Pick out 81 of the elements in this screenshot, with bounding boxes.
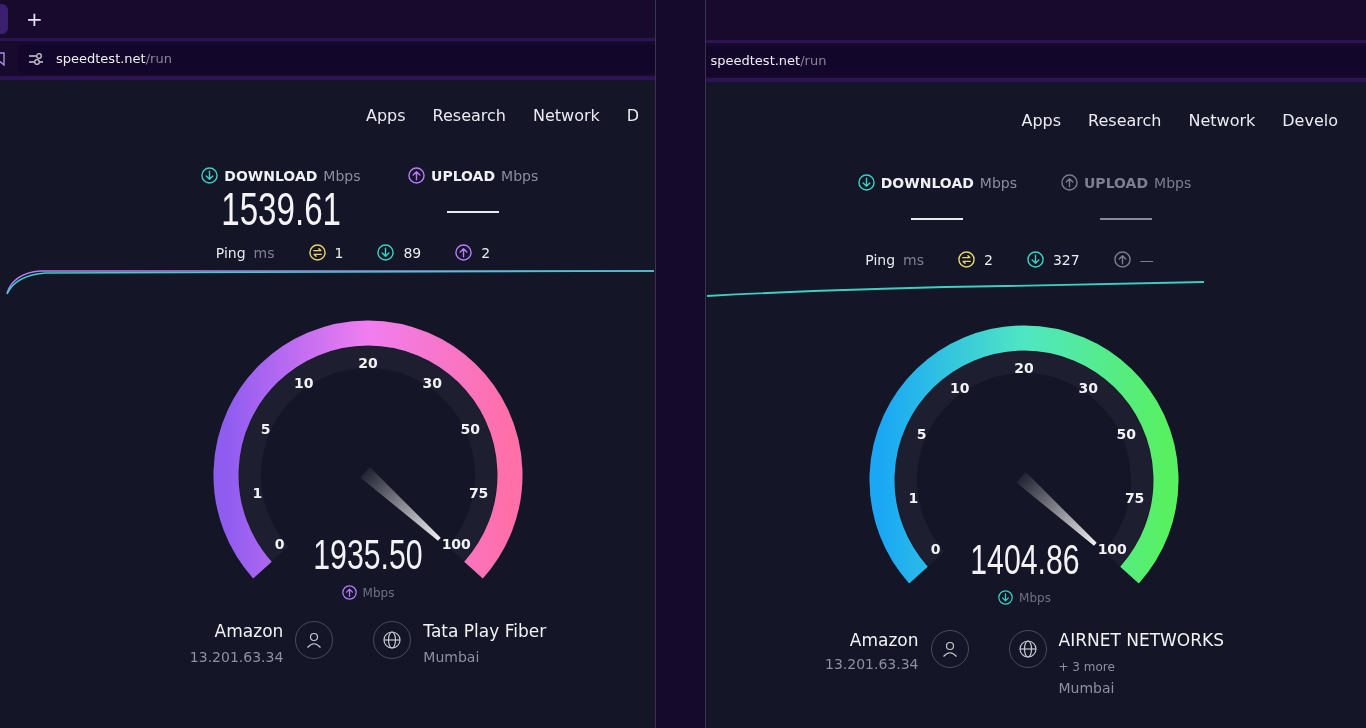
download-icon xyxy=(201,167,219,184)
ping-value: 89 xyxy=(403,244,422,261)
scale-label: 20 xyxy=(358,355,378,371)
download-icon xyxy=(857,174,875,191)
speed-value: 1539.61 xyxy=(221,184,341,234)
upload-icon xyxy=(341,585,357,600)
nav-link[interactable]: Network xyxy=(533,106,600,125)
scale-label: 5 xyxy=(917,426,928,443)
result-label: DOWNLOAD xyxy=(880,174,974,191)
url-text: speedtest.net/run xyxy=(710,53,827,68)
ping-value: 327 xyxy=(1052,251,1080,268)
provider-name: AIRNET NETWORKS xyxy=(1058,630,1224,650)
nav-link[interactable]: Research xyxy=(1088,111,1162,130)
pending-value-line xyxy=(447,211,500,213)
upload-icon xyxy=(1061,174,1078,191)
nav-link[interactable]: Research xyxy=(432,106,506,125)
ping-label: Ping xyxy=(865,251,896,268)
upload-icon xyxy=(1113,251,1131,268)
more-link[interactable]: + 3 more xyxy=(1058,660,1115,674)
unit-label: Mbps xyxy=(1154,174,1192,191)
server-ip: 13.201.63.34 xyxy=(189,649,284,665)
server-name: Amazon xyxy=(214,621,284,641)
unit-label: Mbps xyxy=(979,174,1017,191)
jitter-icon xyxy=(308,244,326,261)
upload-icon xyxy=(408,167,426,184)
scale-label: 50 xyxy=(460,421,481,438)
scale-label: 5 xyxy=(260,421,271,438)
nav-link[interactable]: Network xyxy=(1188,111,1256,130)
download-icon xyxy=(998,590,1014,605)
unit-label: Mbps xyxy=(501,167,539,184)
url-text: speedtest.net/run xyxy=(56,51,172,66)
scale-label: 30 xyxy=(422,375,442,392)
scale-label: 10 xyxy=(950,380,970,397)
scale-label: 0 xyxy=(274,535,285,552)
scale-label: 75 xyxy=(468,484,489,501)
ping-label: Ping xyxy=(215,244,246,261)
scale-label: 50 xyxy=(1117,426,1137,443)
result-label: DOWNLOAD xyxy=(224,167,318,184)
unit-label: ms xyxy=(903,251,924,268)
unit-label: Mbps xyxy=(323,167,361,184)
ping-value: 2 xyxy=(481,244,491,261)
speed-reading: 1935.50 xyxy=(313,531,423,579)
server-name: Amazon xyxy=(849,630,919,650)
nav-link[interactable]: Apps xyxy=(366,106,406,125)
unit-label: Mbps xyxy=(362,585,395,600)
result-label: UPLOAD xyxy=(431,167,496,184)
ping-value: 1 xyxy=(334,244,344,261)
globe-icon xyxy=(382,630,403,650)
nav-link[interactable]: Develo xyxy=(1282,111,1338,130)
scale-label: 0 xyxy=(931,540,942,557)
site-settings-icon[interactable] xyxy=(28,51,44,66)
new-tab-button[interactable]: + xyxy=(22,7,47,31)
jitter-icon xyxy=(958,251,975,268)
download-icon xyxy=(377,244,395,261)
nav-link[interactable]: D xyxy=(626,106,640,125)
pending-value-line xyxy=(911,218,964,220)
scale-label: 1 xyxy=(909,489,919,506)
pending-value-line xyxy=(1100,218,1153,220)
download-icon xyxy=(1026,251,1044,268)
provider-name: Tata Play Fiber xyxy=(423,621,547,641)
scale-label: 100 xyxy=(441,535,471,552)
unit-label: Mbps xyxy=(1019,590,1051,605)
address-bar[interactable]: speedtest.net/run xyxy=(18,43,655,74)
speed-reading: 1404.86 xyxy=(969,536,1080,584)
provider-location: Mumbai xyxy=(1058,680,1115,696)
server-ip: 13.201.63.34 xyxy=(825,656,919,672)
provider-location: Mumbai xyxy=(423,649,480,665)
ping-value: 2 xyxy=(984,251,993,268)
scale-label: 30 xyxy=(1079,380,1099,397)
globe-icon xyxy=(1017,639,1038,659)
ping-value: — xyxy=(1139,251,1154,268)
scale-label: 20 xyxy=(1014,360,1035,376)
address-bar[interactable]: speedtest.net/run xyxy=(706,45,1366,76)
upload-icon xyxy=(455,244,473,261)
unit-label: ms xyxy=(253,244,275,261)
nav-link[interactable]: Apps xyxy=(1021,111,1062,130)
scale-label: 10 xyxy=(294,375,314,392)
scale-label: 75 xyxy=(1125,489,1145,506)
scale-label: 100 xyxy=(1098,540,1128,557)
result-label: UPLOAD xyxy=(1084,174,1149,191)
scale-label: 1 xyxy=(252,484,263,501)
